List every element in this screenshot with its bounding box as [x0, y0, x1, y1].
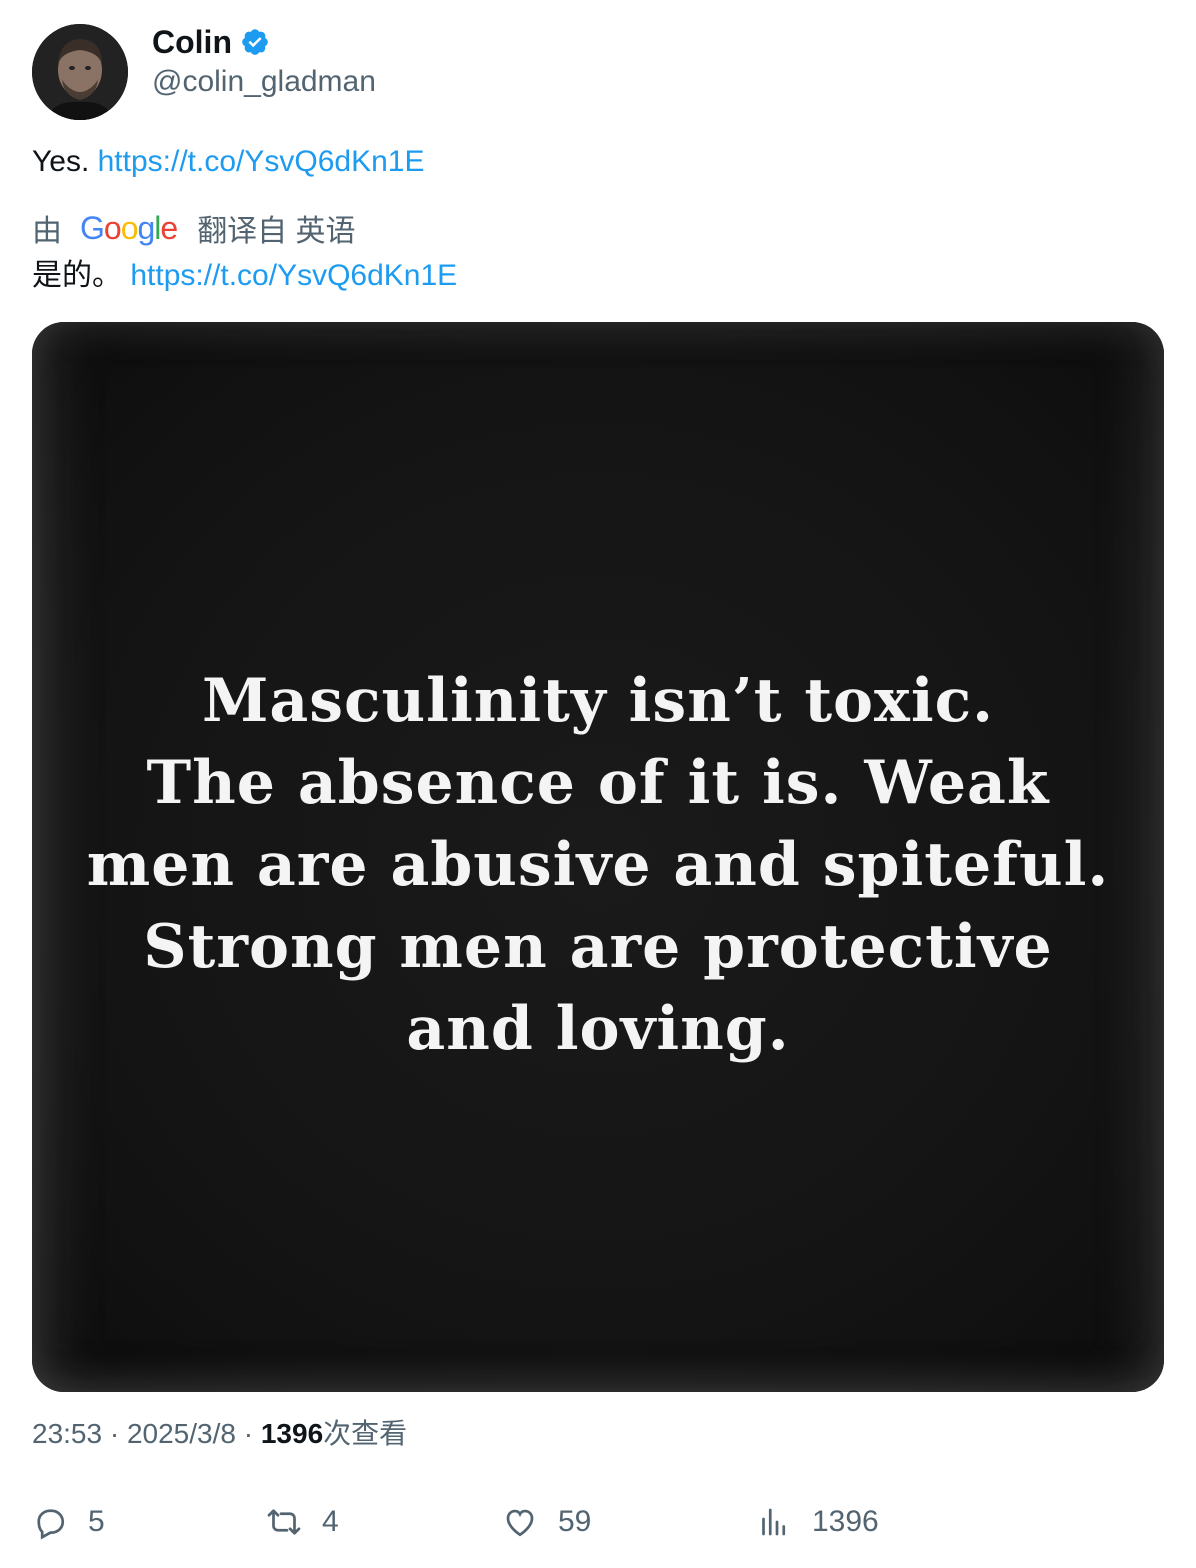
avatar-photo — [32, 24, 128, 120]
quote-line: The absence of it is. Weak — [146, 748, 1050, 818]
like-count: 59 — [558, 1505, 592, 1538]
quote-line: and loving. — [406, 994, 790, 1064]
heart-icon — [506, 1509, 534, 1537]
translated-text: 是的。 https://t.co/YsvQ6dKn1E — [32, 256, 457, 296]
meta-separator: · — [109, 1418, 120, 1449]
views-action-count: 1396 — [812, 1505, 879, 1538]
quote-line: Masculinity isn’t toxic. — [201, 666, 995, 736]
quote-line: men are abusive and spiteful. — [86, 830, 1110, 900]
tweet-time[interactable]: 23:53 — [32, 1418, 102, 1449]
avatar[interactable] — [32, 24, 128, 120]
tweet-meta: 23:53 · 2025/3/8 · 1396次查看 — [32, 1414, 407, 1454]
tweet-date[interactable]: 2025/3/8 — [127, 1418, 236, 1449]
views-count: 1396 — [260, 1418, 324, 1449]
views-button[interactable]: 1396 — [756, 1498, 879, 1546]
verified-badge-icon[interactable] — [240, 27, 270, 57]
meta-separator: · — [243, 1418, 254, 1449]
translation-source-label[interactable]: 翻译自 英语 — [197, 206, 355, 250]
analytics-icon — [762, 1508, 786, 1536]
translated-link[interactable]: https://t.co/YsvQ6dKn1E — [130, 259, 457, 292]
google-logo: Google — [80, 209, 178, 246]
views-label: 次查看 — [323, 1418, 408, 1449]
tweet-body: Yes. — [32, 145, 90, 178]
action-bar: 5 4 59 1396 — [0, 1498, 1196, 1546]
reply-button[interactable]: 5 — [32, 1498, 105, 1546]
translated-body: 是的。 — [32, 259, 122, 292]
retweet-count: 4 — [322, 1505, 339, 1538]
like-button[interactable]: 59 — [502, 1498, 591, 1546]
author-display-name[interactable]: Colin — [152, 22, 270, 62]
quote-line: Strong men are protective — [143, 912, 1053, 982]
translation-attribution: 由 Google 翻译自 英语 — [32, 206, 356, 250]
tweet-text: Yes. https://t.co/YsvQ6dKn1E — [32, 142, 424, 182]
tweet-link[interactable]: https://t.co/YsvQ6dKn1E — [98, 145, 425, 178]
author-handle[interactable]: @colin_gladman — [152, 62, 376, 102]
tweet-image[interactable]: Masculinity isn’t toxic. The absence of … — [32, 322, 1164, 1392]
author-name-text[interactable]: Colin — [152, 22, 232, 62]
translation-by-label: 由 — [32, 215, 62, 248]
reply-count: 5 — [88, 1505, 105, 1538]
reply-icon — [37, 1509, 65, 1540]
retweet-button[interactable]: 4 — [266, 1498, 339, 1546]
image-quote-text: Masculinity isn’t toxic. The absence of … — [32, 660, 1164, 1070]
retweet-icon — [267, 1509, 301, 1535]
